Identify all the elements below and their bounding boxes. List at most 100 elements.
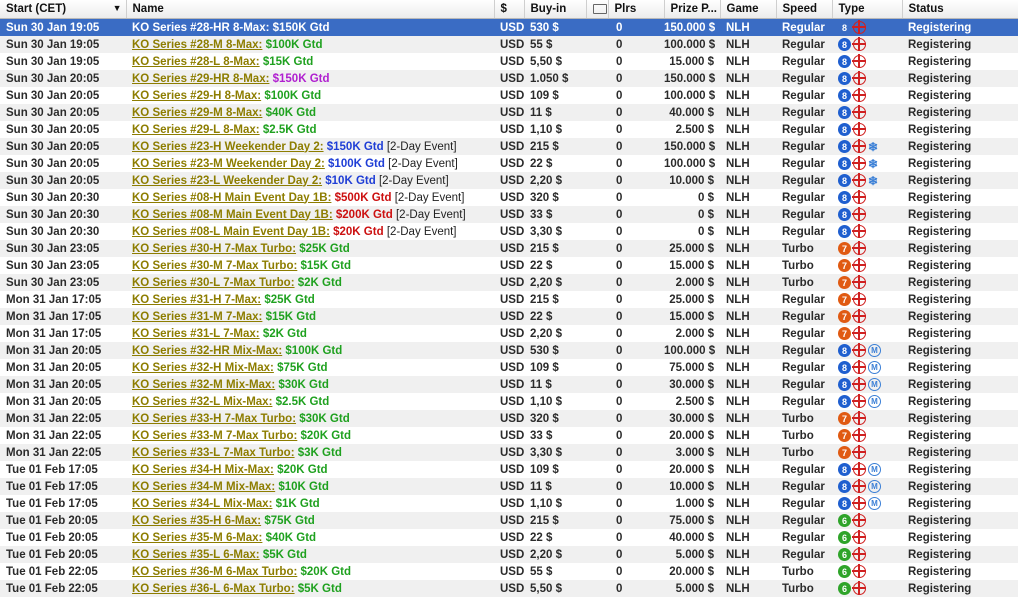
game-cell: NLH [726,361,750,374]
table-row[interactable]: Sun 30 Jan 20:05 KO Series #29-H 8-Max: $… [0,87,1018,104]
tournament-name-link[interactable]: KO Series #23-M Weekender Day 2: [132,158,325,170]
table-row[interactable]: Sun 30 Jan 20:05 KO Series #29-M 8-Max: $… [0,104,1018,121]
ticket-cell [586,223,608,240]
tournament-name-link[interactable]: KO Series #32-HR Mix-Max: [132,345,282,357]
table-row[interactable]: Mon 31 Jan 20:05 KO Series #32-HR Mix-Max… [0,342,1018,359]
col-prize-pool[interactable]: Prize P... [664,0,721,19]
tournament-name-link[interactable]: KO Series #36-L 6-Max Turbo: [132,583,295,595]
table-row[interactable]: Sun 30 Jan 20:30 KO Series #08-L Main Eve… [0,223,1018,240]
table-row[interactable]: Tue 01 Feb 17:05 KO Series #34-M Mix-Max:… [0,478,1018,495]
tournament-name-link[interactable]: KO Series #29-H 8-Max: [132,90,261,102]
table-row[interactable]: Sun 30 Jan 20:05 KO Series #23-L Weekende… [0,172,1018,189]
type-icons: 6 [838,512,902,529]
table-row[interactable]: Mon 31 Jan 17:05 KO Series #31-L 7-Max: $… [0,325,1018,342]
tournament-name-link[interactable]: KO Series #34-L Mix-Max: [132,498,272,510]
col-start[interactable]: Start (CET) ▼ [0,0,127,19]
col-speed[interactable]: Speed [776,0,833,19]
name-cell: KO Series #23-L Weekender Day 2: $10K Gt… [126,172,494,189]
table-size-badge: 8 [838,123,851,136]
tournament-name-link[interactable]: KO Series #08-H Main Event Day 1B: [132,192,331,204]
tournament-name-link[interactable]: KO Series #30-H 7-Max Turbo: [132,243,296,255]
table-row[interactable]: Mon 31 Jan 22:05 KO Series #33-H 7-Max Tu… [0,410,1018,427]
table-row[interactable]: Sun 30 Jan 23:05 KO Series #30-H 7-Max Tu… [0,240,1018,257]
tournament-name-link[interactable]: KO Series #29-M 8-Max: [132,107,262,119]
tournament-name-link[interactable]: KO Series #29-HR 8-Max: [132,73,269,85]
tournament-name-link[interactable]: KO Series #08-M Main Event Day 1B: [132,209,333,221]
tournament-name-link[interactable]: KO Series #30-M 7-Max Turbo: [132,260,297,272]
tournament-name-link[interactable]: KO Series #08-L Main Event Day 1B: [132,226,330,238]
start-time-cell: Tue 01 Feb 17:05 [6,463,98,476]
table-row[interactable]: Tue 01 Feb 20:05 KO Series #35-M 6-Max: $… [0,529,1018,546]
buyin-cell: 1,10 $ [530,497,562,510]
table-row[interactable]: Tue 01 Feb 22:05 KO Series #36-M 6-Max Tu… [0,563,1018,580]
table-row[interactable]: Sun 30 Jan 20:05 KO Series #23-H Weekende… [0,138,1018,155]
prize-pool-cell: 25.000 $ [669,242,714,255]
game-cell: NLH [726,310,750,323]
start-time-cell: Tue 01 Feb 17:05 [6,497,98,510]
players-cell: 0 [616,174,623,187]
table-row[interactable]: Mon 31 Jan 20:05 KO Series #32-L Mix-Max:… [0,393,1018,410]
tournament-name-link[interactable]: KO Series #28-L 8-Max: [132,56,260,68]
col-type[interactable]: Type [832,0,903,19]
tournament-name-link[interactable]: KO Series #32-M Mix-Max: [132,379,275,391]
table-row[interactable]: Sun 30 Jan 20:05 KO Series #29-HR 8-Max: … [0,70,1018,87]
table-row[interactable]: Sun 30 Jan 19:05 KO Series #28-M 8-Max: $… [0,36,1018,53]
table-row[interactable]: Sun 30 Jan 20:30 KO Series #08-M Main Eve… [0,206,1018,223]
table-row[interactable]: Sun 30 Jan 20:05 KO Series #29-L 8-Max: $… [0,121,1018,138]
mix-max-icon: M [868,344,881,357]
tournament-name-link[interactable]: KO Series #35-H 6-Max: [132,515,261,527]
table-row[interactable]: Mon 31 Jan 20:05 KO Series #32-H Mix-Max:… [0,359,1018,376]
tournament-name-link[interactable]: KO Series #35-L 6-Max: [132,549,260,561]
tournament-name-link[interactable]: KO Series #31-H 7-Max: [132,294,261,306]
guarantee-label: $15K Gtd [300,259,352,272]
players-cell: 0 [616,378,623,391]
col-status[interactable]: Status [902,0,1018,19]
table-row[interactable]: Mon 31 Jan 20:05 KO Series #32-M Mix-Max:… [0,376,1018,393]
tournament-name-link[interactable]: KO Series #33-L 7-Max Turbo: [132,447,295,459]
table-row[interactable]: Sun 30 Jan 20:30 KO Series #08-H Main Eve… [0,189,1018,206]
tournament-name-link[interactable]: KO Series #34-M Mix-Max: [132,481,275,493]
players-cell: 0 [616,582,623,595]
guarantee-label: $150K Gtd [326,140,384,153]
col-game[interactable]: Game [720,0,777,19]
table-row[interactable]: Tue 01 Feb 20:05 KO Series #35-H 6-Max: $… [0,512,1018,529]
tournament-name-link[interactable]: KO Series #28-M 8-Max: [132,39,262,51]
tournament-name-link[interactable]: KO Series #33-M 7-Max Turbo: [132,430,297,442]
game-cell: NLH [726,531,750,544]
table-row[interactable]: Tue 01 Feb 20:05 KO Series #35-L 6-Max: $… [0,546,1018,563]
table-row[interactable]: Mon 31 Jan 17:05 KO Series #31-H 7-Max: $… [0,291,1018,308]
tournament-name-link[interactable]: KO Series #23-L Weekender Day 2: [132,175,322,187]
table-row[interactable]: Sun 30 Jan 23:05 KO Series #30-L 7-Max Tu… [0,274,1018,291]
tournament-name-link[interactable]: KO Series #35-M 6-Max: [132,532,262,544]
tournament-name-link[interactable]: KO Series #31-L 7-Max: [132,328,260,340]
table-row[interactable]: Sun 30 Jan 20:05 KO Series #23-M Weekende… [0,155,1018,172]
tournament-name-link[interactable]: KO Series #30-L 7-Max Turbo: [132,277,295,289]
knockout-crosshair-icon [852,428,866,442]
tournament-name-link[interactable]: KO Series #28-HR 8-Max: [132,22,269,34]
table-row[interactable]: Sun 30 Jan 19:05 KO Series #28-HR 8-Max: … [0,18,1018,36]
tournament-name-link[interactable]: KO Series #34-H Mix-Max: [132,464,274,476]
tournament-name-link[interactable]: KO Series #29-L 8-Max: [132,124,260,136]
table-row[interactable]: Tue 01 Feb 17:05 KO Series #34-L Mix-Max:… [0,495,1018,512]
tournament-name-link[interactable]: KO Series #32-H Mix-Max: [132,362,274,374]
col-ticket[interactable] [586,0,609,19]
tournament-name-link[interactable]: KO Series #36-M 6-Max Turbo: [132,566,297,578]
tournament-name-link[interactable]: KO Series #32-L Mix-Max: [132,396,272,408]
table-row[interactable]: Tue 01 Feb 17:05 KO Series #34-H Mix-Max:… [0,461,1018,478]
tournament-name-link[interactable]: KO Series #31-M 7-Max: [132,311,262,323]
table-row[interactable]: Tue 01 Feb 22:05 KO Series #36-L 6-Max Tu… [0,580,1018,597]
table-size-badge: 7 [838,276,851,289]
col-currency[interactable]: $ [494,0,525,19]
col-players[interactable]: Plrs [608,0,665,19]
guarantee-label: $3K Gtd [297,446,342,459]
players-cell: 0 [616,395,623,408]
col-buyin[interactable]: Buy-in [524,0,587,19]
table-row[interactable]: Mon 31 Jan 22:05 KO Series #33-L 7-Max Tu… [0,444,1018,461]
table-row[interactable]: Sun 30 Jan 19:05 KO Series #28-L 8-Max: $… [0,53,1018,70]
table-row[interactable]: Mon 31 Jan 17:05 KO Series #31-M 7-Max: $… [0,308,1018,325]
tournament-name-link[interactable]: KO Series #33-H 7-Max Turbo: [132,413,296,425]
table-row[interactable]: Mon 31 Jan 22:05 KO Series #33-M 7-Max Tu… [0,427,1018,444]
col-name[interactable]: Name [126,0,495,19]
table-row[interactable]: Sun 30 Jan 23:05 KO Series #30-M 7-Max Tu… [0,257,1018,274]
tournament-name-link[interactable]: KO Series #23-H Weekender Day 2: [132,141,324,153]
